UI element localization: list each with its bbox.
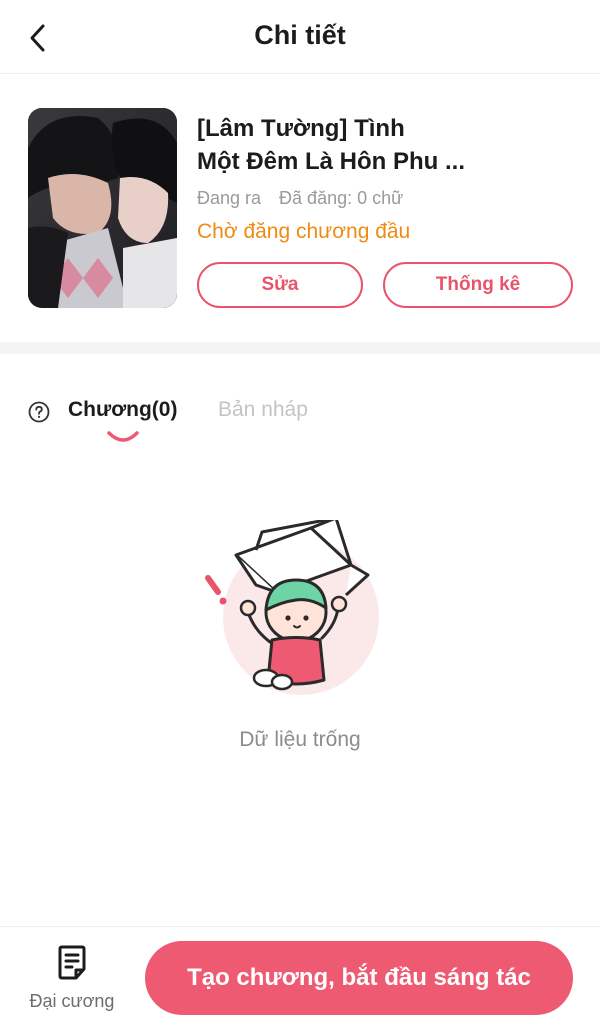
book-card: [Lâm Tường] Tình Một Đêm Là Hôn Phu ... … xyxy=(0,74,600,342)
active-tab-indicator xyxy=(107,431,139,442)
book-title-line1: [Lâm Tường] Tình xyxy=(197,115,405,142)
page-title: Chi tiết xyxy=(254,20,346,50)
pending-status: Chờ đăng chương đầu xyxy=(197,220,411,243)
book-title: [Lâm Tường] Tình Một Đêm Là Hôn Phu ... xyxy=(197,112,577,178)
tab-chapters[interactable]: Chương(0) xyxy=(68,398,177,422)
edit-button[interactable]: Sửa xyxy=(197,262,363,308)
bottom-action-bar: Đại cương Tạo chương, bắt đầu sáng tác xyxy=(0,926,600,1027)
word-count: Đã đăng: 0 chữ xyxy=(279,188,404,208)
stats-button[interactable]: Thống kê xyxy=(383,262,573,308)
question-circle-icon[interactable] xyxy=(28,401,50,423)
book-title-line2: Một Đêm Là Hôn Phu ... xyxy=(197,148,465,175)
empty-box-illustration xyxy=(205,520,379,695)
status-label: Đang ra xyxy=(197,188,262,208)
book-meta: Đang ra Đã đăng: 0 chữ xyxy=(197,188,403,209)
document-list-icon xyxy=(58,945,86,980)
outline-button[interactable]: Đại cương xyxy=(20,943,124,1015)
tab-drafts[interactable]: Bản nháp xyxy=(218,398,308,422)
outline-label: Đại cương xyxy=(29,991,115,1011)
create-chapter-button[interactable]: Tạo chương, bắt đầu sáng tác xyxy=(145,941,573,1015)
top-bar: Chi tiết xyxy=(0,0,600,74)
empty-state-text: Dữ liệu trống xyxy=(239,728,361,751)
tab-bar: Chương(0) Bản nháp xyxy=(0,354,600,454)
section-divider xyxy=(0,342,600,354)
book-cover-image[interactable] xyxy=(28,108,177,308)
